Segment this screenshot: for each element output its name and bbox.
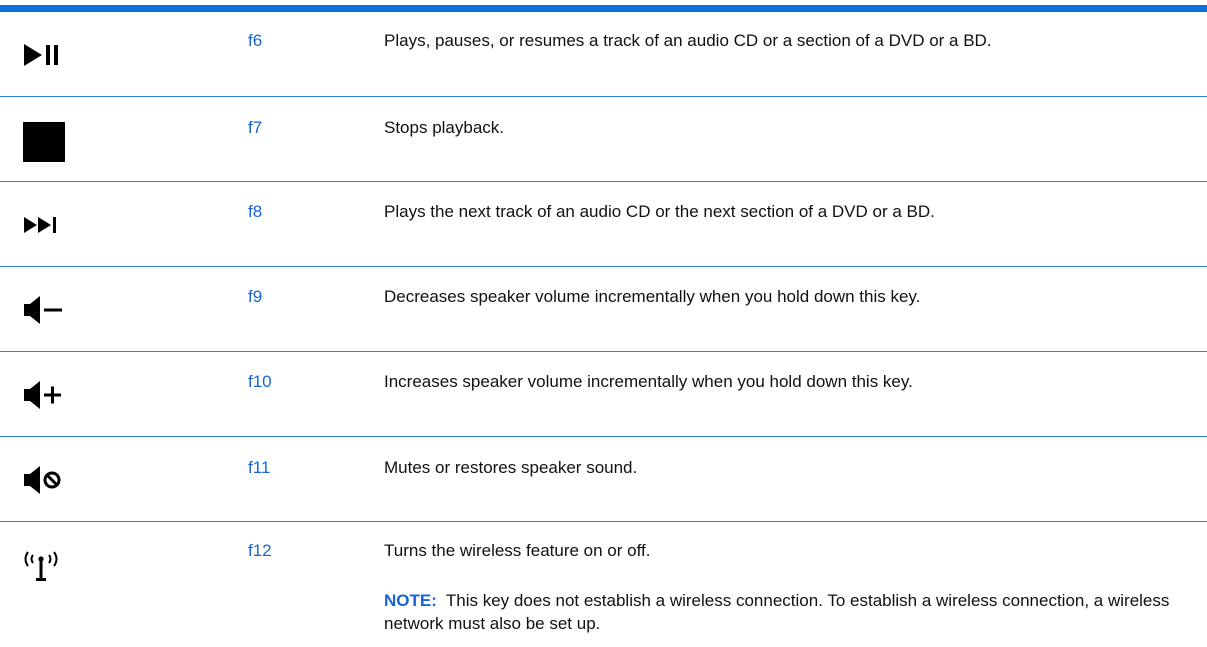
play-pause-icon [22,40,82,90]
table-row: f10 Increases speaker volume incremental… [0,352,1207,437]
key-description: Mutes or restores speaker sound. [384,458,638,477]
table-row: f7 Stops playback. [0,97,1207,182]
table-row: f6 Plays, pauses, or resumes a track of … [0,12,1207,97]
key-description: Stops playback. [384,118,505,137]
key-description: Plays, pauses, or resumes a track of an … [384,31,992,50]
table-top-rule [0,5,1207,12]
key-label: f12 [248,541,272,560]
key-description: Turns the wireless feature on or off. [384,541,651,560]
table-row: f9 Decreases speaker volume incrementall… [0,267,1207,352]
key-label: f8 [248,202,263,221]
mute-icon [22,464,82,514]
table-row: f11 Mutes or restores speaker sound. [0,437,1207,522]
stop-icon [22,121,82,171]
key-label: f6 [248,31,263,50]
key-label: f11 [248,458,271,477]
next-track-icon [22,212,82,262]
volume-up-icon [22,379,82,429]
note-paragraph: NOTE: This key does not establish a wirel… [384,589,1184,635]
note-label: NOTE: [384,591,437,610]
key-label: f7 [248,118,263,137]
key-description: Decreases speaker volume incrementally w… [384,287,921,306]
note-text: This key does not establish a wireless c… [384,591,1170,633]
key-label: f10 [248,372,272,391]
wireless-icon [22,546,82,596]
table-row: f8 Plays the next track of an audio CD o… [0,182,1207,267]
key-description: Plays the next track of an audio CD or t… [384,202,935,221]
key-description: Increases speaker volume incrementally w… [384,372,913,391]
volume-down-icon [22,294,82,344]
table-row: f12 Turns the wireless feature on or off… [0,522,1207,647]
key-label: f9 [248,287,263,306]
